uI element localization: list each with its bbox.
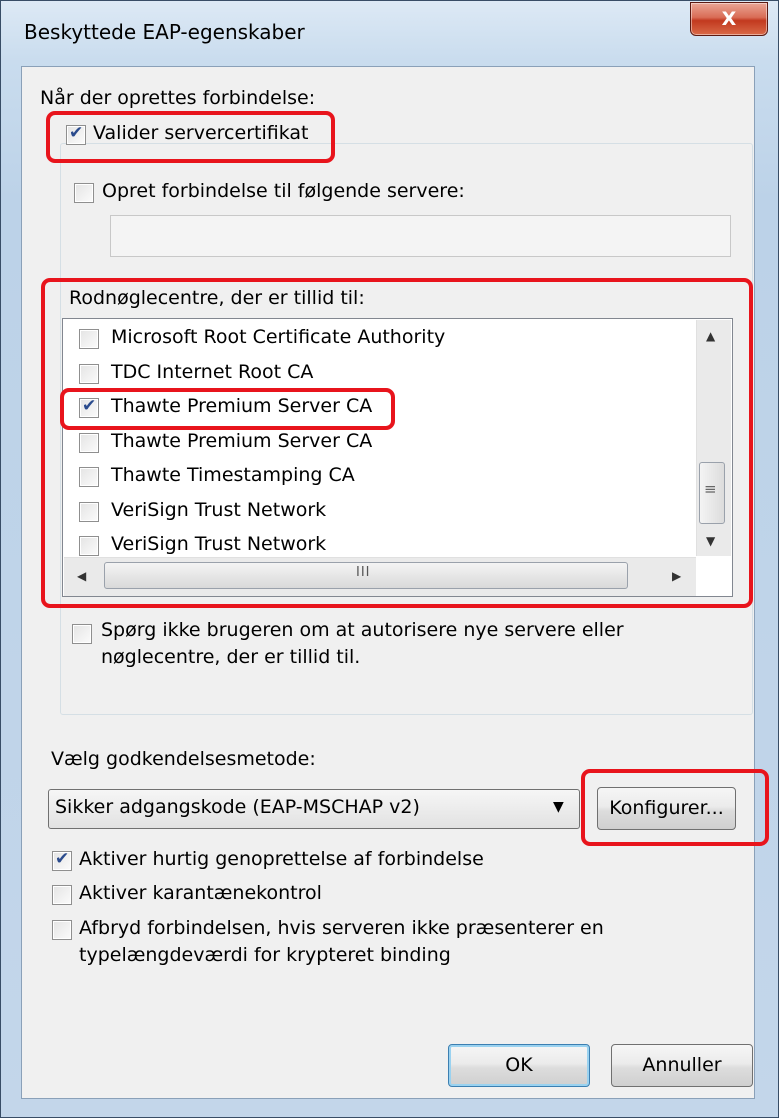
window-title: Beskyttede EAP-egenskaber — [24, 20, 305, 44]
title-bar[interactable]: Beskyttede EAP-egenskaber X — [0, 0, 779, 66]
highlight-configure — [581, 769, 769, 846]
connect-servers-label[interactable]: Opret forbindelse til følgende servere: — [102, 180, 465, 202]
auth-method-value[interactable]: Sikker adgangskode (EAP-MSCHAP v2) — [55, 796, 420, 818]
chevron-down-icon[interactable]: ▼ — [553, 799, 564, 815]
disconnect-label-line2[interactable]: typelængdeværdi for krypteret binding — [79, 944, 451, 966]
quarantine-label[interactable]: Aktiver karantænekontrol — [79, 882, 322, 904]
disconnect-label-line1[interactable]: Afbryd forbindelsen, hvis serveren ikke … — [79, 917, 604, 939]
highlight-validate — [46, 111, 335, 163]
no-prompt-checkbox[interactable] — [72, 624, 92, 644]
servers-input[interactable] — [110, 215, 731, 257]
disconnect-checkbox[interactable] — [52, 920, 72, 940]
connect-heading: Når der oprettes forbindelse: — [40, 87, 316, 109]
no-prompt-label-line2[interactable]: nøglecentre, der er tillid til. — [101, 646, 360, 668]
cancel-button[interactable]: Annuller — [611, 1044, 753, 1087]
highlight-trusted-roots — [41, 278, 753, 608]
fast-reconnect-label[interactable]: Aktiver hurtig genoprettelse af forbinde… — [79, 848, 484, 870]
no-prompt-label-line1[interactable]: Spørg ikke brugeren om at autorisere nye… — [101, 619, 624, 641]
close-button[interactable]: X — [690, 2, 768, 36]
quarantine-checkbox[interactable] — [52, 885, 72, 905]
ok-button[interactable]: OK — [448, 1044, 590, 1087]
fast-reconnect-checkbox[interactable] — [52, 849, 72, 871]
connect-servers-checkbox[interactable] — [74, 183, 94, 203]
highlight-thawte-item — [60, 388, 395, 430]
auth-method-heading: Vælg godkendelsesmetode: — [51, 748, 316, 770]
